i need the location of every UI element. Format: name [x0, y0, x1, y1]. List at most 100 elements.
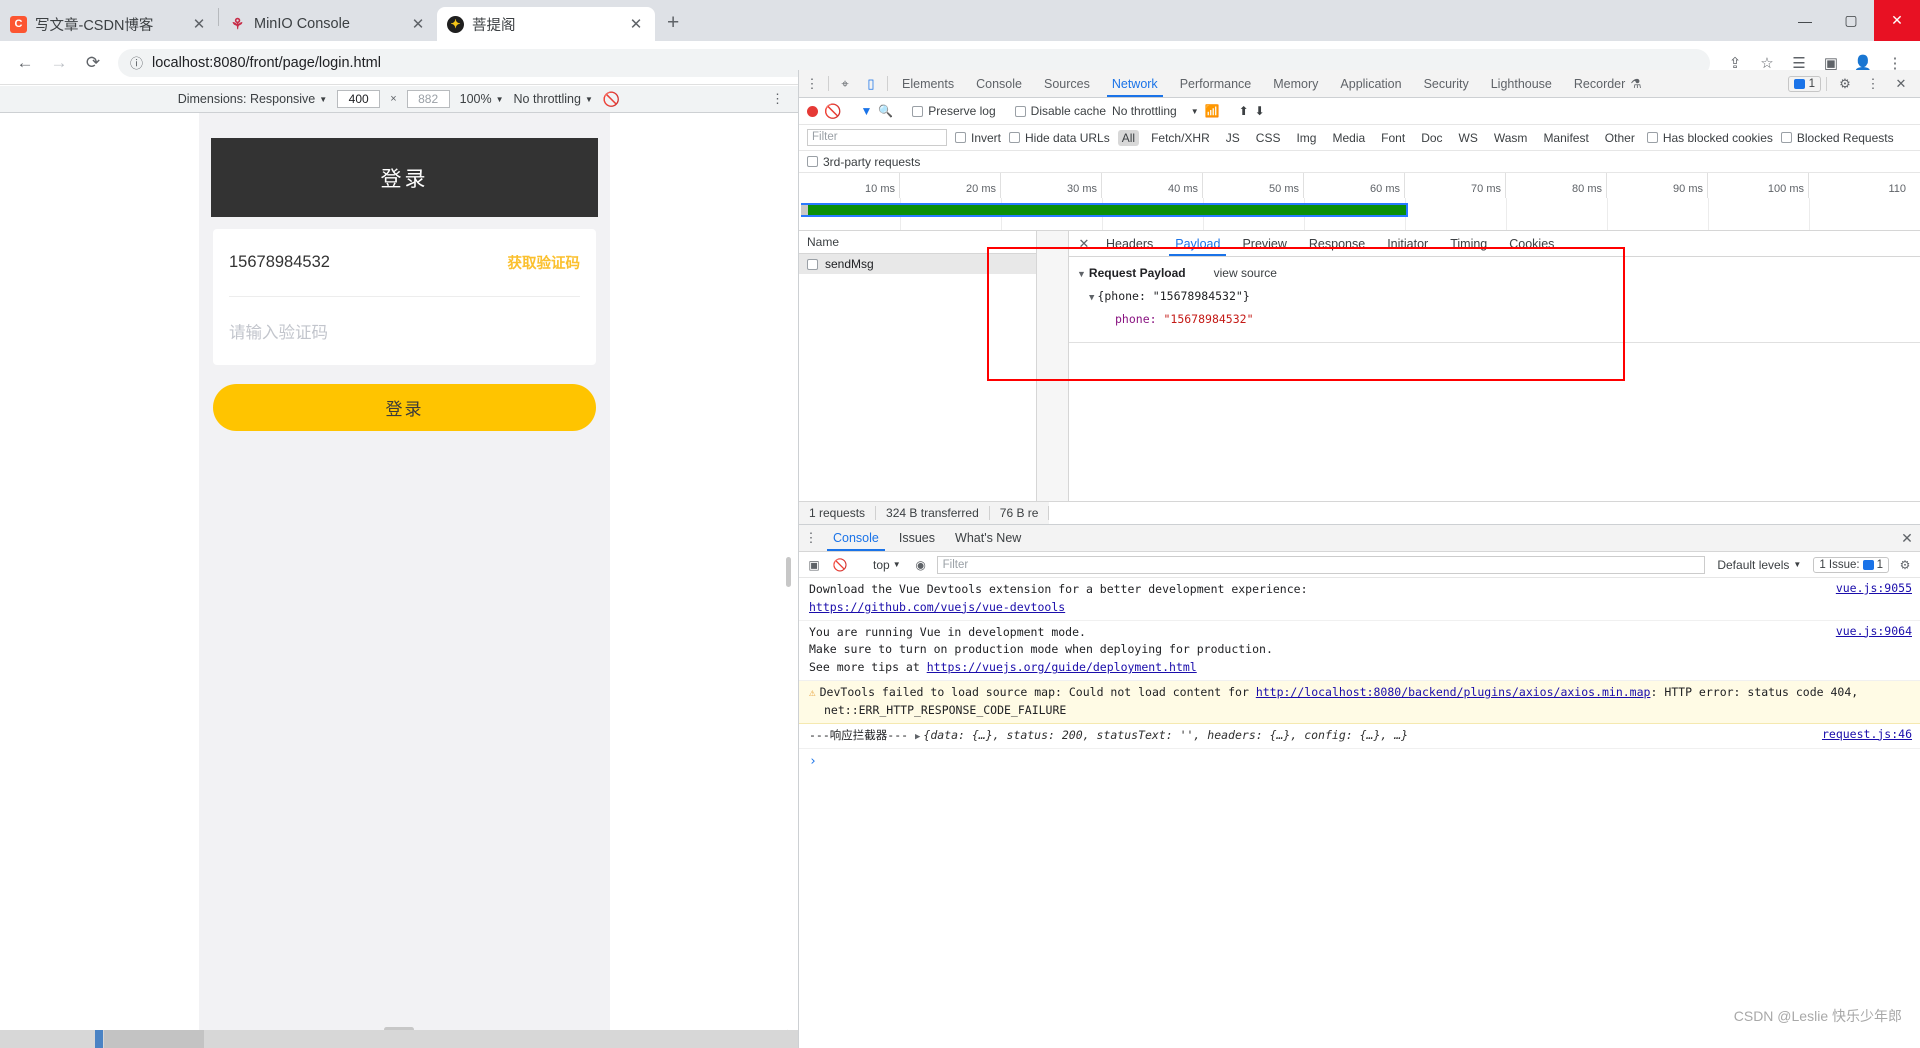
- log-source-link[interactable]: vue.js:9055: [1836, 581, 1912, 595]
- request-payload-header[interactable]: ▼ Request Payload view source: [1069, 266, 1920, 280]
- new-tab-button[interactable]: +: [655, 11, 691, 41]
- payload-object-line[interactable]: ▼ {phone: "15678984532"}: [1069, 289, 1920, 303]
- zoom-select[interactable]: 100% ▼: [460, 92, 504, 106]
- viewport-resize-handle-right[interactable]: [786, 557, 791, 587]
- login-submit-button[interactable]: 登录: [213, 384, 596, 431]
- log-link[interactable]: https://github.com/vuejs/vue-devtools: [809, 600, 1065, 614]
- get-code-button[interactable]: 获取验证码: [508, 252, 581, 273]
- gear-icon[interactable]: ⚙: [1832, 76, 1858, 92]
- tab-application[interactable]: Application: [1329, 70, 1412, 97]
- no-throttle-icon[interactable]: 🚫: [603, 91, 620, 108]
- console-settings-gear-icon[interactable]: ⚙: [1895, 558, 1915, 572]
- third-party-requests-checkbox[interactable]: 3rd-party requests: [807, 155, 920, 169]
- view-source-link[interactable]: view source: [1214, 266, 1277, 280]
- chip-img[interactable]: Img: [1292, 130, 1320, 146]
- tab-headers[interactable]: Headers: [1095, 231, 1164, 256]
- issues-badge[interactable]: 1 Issue: 1: [1813, 556, 1889, 573]
- network-overview-timeline[interactable]: 10 ms 20 ms 30 ms 40 ms 50 ms 60 ms 70 m…: [799, 173, 1920, 231]
- clear-icon[interactable]: 🚫: [824, 103, 841, 120]
- tab-memory[interactable]: Memory: [1262, 70, 1329, 97]
- phone-field-row[interactable]: 15678984532 获取验证码: [229, 229, 580, 297]
- network-throttling-select[interactable]: No throttling ▼: [1112, 104, 1199, 118]
- tab-network[interactable]: Network: [1101, 70, 1169, 97]
- chip-manifest[interactable]: Manifest: [1539, 130, 1592, 146]
- chip-ws[interactable]: WS: [1455, 130, 1482, 146]
- chip-media[interactable]: Media: [1328, 130, 1369, 146]
- devtools-more-icon[interactable]: ⋮: [799, 70, 825, 97]
- viewport-height-input[interactable]: 882: [406, 90, 450, 108]
- log-link[interactable]: https://vuejs.org/guide/deployment.html: [927, 660, 1197, 674]
- drawer-tab-console[interactable]: Console: [823, 525, 889, 551]
- tab-close-icon[interactable]: ✕: [627, 15, 645, 33]
- chip-css[interactable]: CSS: [1252, 130, 1285, 146]
- verify-code-input[interactable]: 请输入验证码: [229, 319, 580, 343]
- inspect-element-icon[interactable]: ⌖: [832, 70, 858, 97]
- tab-close-icon[interactable]: ✕: [190, 15, 208, 33]
- expand-triangle-icon[interactable]: ▶: [915, 732, 920, 742]
- chip-all[interactable]: All: [1117, 129, 1140, 146]
- drawer-tab-issues[interactable]: Issues: [889, 525, 945, 551]
- tab-preview[interactable]: Preview: [1231, 231, 1297, 256]
- tab-sources[interactable]: Sources: [1033, 70, 1101, 97]
- triangle-down-icon[interactable]: ▼: [1089, 293, 1094, 303]
- triangle-down-icon[interactable]: ▼: [1077, 269, 1086, 279]
- device-throttling-select[interactable]: No throttling ▼: [514, 92, 593, 106]
- tab-payload[interactable]: Payload: [1164, 231, 1231, 256]
- column-header-name[interactable]: Name: [799, 231, 1036, 254]
- log-source-link[interactable]: vue.js:9064: [1836, 624, 1912, 638]
- live-expression-icon[interactable]: ◉: [911, 558, 931, 572]
- device-kebab-icon[interactable]: ⋮: [771, 91, 784, 107]
- site-info-icon[interactable]: ⓘ: [130, 53, 143, 72]
- table-row[interactable]: sendMsg: [799, 254, 1036, 274]
- tab-lighthouse[interactable]: Lighthouse: [1480, 70, 1563, 97]
- code-field-row[interactable]: 请输入验证码: [229, 297, 580, 365]
- browser-tab-2[interactable]: ✦ 菩提阁 ✕: [437, 7, 655, 41]
- back-icon[interactable]: ←: [10, 48, 40, 78]
- forward-icon[interactable]: →: [44, 48, 74, 78]
- close-detail-icon[interactable]: ✕: [1073, 231, 1095, 256]
- has-blocked-cookies-checkbox[interactable]: Has blocked cookies: [1646, 131, 1773, 145]
- close-window-icon[interactable]: ✕: [1874, 0, 1920, 41]
- record-button[interactable]: [807, 105, 818, 117]
- tab-elements[interactable]: Elements: [891, 70, 965, 97]
- dimensions-select[interactable]: Dimensions: Responsive ▼: [178, 92, 327, 106]
- chip-font[interactable]: Font: [1377, 130, 1409, 146]
- chip-js[interactable]: JS: [1222, 130, 1244, 146]
- drawer-tab-whats-new[interactable]: What's New: [945, 525, 1031, 551]
- network-conditions-icon[interactable]: 📶: [1205, 104, 1220, 118]
- tab-console[interactable]: Console: [965, 70, 1033, 97]
- toggle-device-toolbar-icon[interactable]: ▯: [858, 70, 884, 97]
- maximize-icon[interactable]: ▢: [1828, 0, 1874, 41]
- invert-checkbox[interactable]: Invert: [955, 131, 1001, 145]
- tab-security[interactable]: Security: [1413, 70, 1480, 97]
- search-icon[interactable]: 🔍: [878, 104, 893, 118]
- tab-timing[interactable]: Timing: [1439, 231, 1498, 256]
- drawer-kebab-icon[interactable]: ⋮: [799, 525, 823, 551]
- log-link[interactable]: http://localhost:8080/backend/plugins/ax…: [1256, 685, 1651, 699]
- chip-doc[interactable]: Doc: [1417, 130, 1446, 146]
- tab-initiator[interactable]: Initiator: [1376, 231, 1439, 256]
- minimize-icon[interactable]: —: [1782, 0, 1828, 41]
- close-drawer-icon[interactable]: ✕: [1894, 525, 1920, 551]
- blocked-requests-checkbox[interactable]: Blocked Requests: [1780, 131, 1894, 145]
- console-sidebar-icon[interactable]: ▣: [804, 558, 824, 572]
- preserve-log-checkbox[interactable]: Preserve log: [912, 104, 996, 118]
- tab-cookies[interactable]: Cookies: [1498, 231, 1565, 256]
- chip-fetch-xhr[interactable]: Fetch/XHR: [1147, 130, 1214, 146]
- reload-icon[interactable]: ⟳: [78, 48, 108, 78]
- close-devtools-icon[interactable]: ✕: [1888, 76, 1914, 92]
- console-filter-input[interactable]: Filter: [936, 555, 1706, 574]
- export-har-icon[interactable]: ⬇: [1255, 104, 1265, 118]
- tab-performance[interactable]: Performance: [1169, 70, 1263, 97]
- network-filter-input[interactable]: Filter: [807, 129, 947, 146]
- clear-console-icon[interactable]: 🚫: [830, 558, 850, 572]
- phone-input[interactable]: 15678984532: [229, 253, 508, 272]
- execution-context-select[interactable]: top ▼: [869, 558, 905, 572]
- viewport-width-input[interactable]: 400: [337, 90, 381, 108]
- browser-tab-0[interactable]: C 写文章-CSDN博客 ✕: [0, 7, 218, 41]
- import-har-icon[interactable]: ⬆: [1239, 104, 1249, 118]
- devtools-kebab-icon[interactable]: ⋮: [1860, 76, 1886, 92]
- filter-icon[interactable]: ▼: [860, 104, 872, 118]
- log-source-link[interactable]: request.js:46: [1822, 727, 1912, 741]
- chip-other[interactable]: Other: [1601, 130, 1639, 146]
